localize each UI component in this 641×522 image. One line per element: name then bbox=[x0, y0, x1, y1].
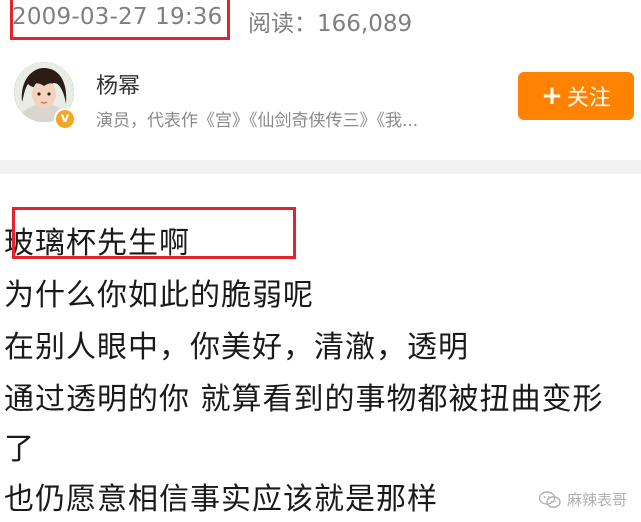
content-line: 通过透明的你 就算看到的事物都被扭曲变形 bbox=[4, 382, 604, 417]
author-row: v 杨幂 演员，代表作《宫》《仙剑奇侠传三》《我... + 关注 bbox=[0, 52, 641, 144]
plus-icon: + bbox=[541, 81, 563, 111]
follow-button[interactable]: + 关注 bbox=[518, 72, 634, 120]
watermark: 麻辣表哥 bbox=[538, 489, 627, 510]
section-divider bbox=[0, 160, 641, 174]
author-description: 演员，代表作《宫》《仙剑奇侠传三》《我... bbox=[96, 111, 419, 131]
verified-badge-icon: v bbox=[54, 108, 76, 130]
content-line: 了 bbox=[4, 432, 35, 467]
read-count-value: 166,089 bbox=[317, 11, 413, 37]
watermark-text: 麻辣表哥 bbox=[566, 491, 627, 509]
content-highlight-box bbox=[12, 207, 296, 259]
timestamp-highlight-box bbox=[10, 0, 230, 40]
content-line: 在别人眼中，你美好，清澈，透明 bbox=[4, 330, 469, 365]
read-count-label: 阅读： bbox=[248, 11, 317, 37]
read-count: 阅读：166,089 bbox=[248, 4, 412, 38]
weibo-post-screenshot: 2009-03-27 19:36 阅读：166,089 v 杨幂 演员，代表作《… bbox=[0, 0, 641, 522]
post-meta-row: 2009-03-27 19:36 阅读：166,089 bbox=[0, 0, 641, 40]
content-line: 也仍愿意相信事实应该就是那样 bbox=[4, 482, 438, 517]
wechat-icon bbox=[538, 490, 561, 508]
content-line: 为什么你如此的脆弱呢 bbox=[4, 278, 314, 313]
follow-button-label: 关注 bbox=[566, 86, 611, 111]
author-name[interactable]: 杨幂 bbox=[96, 68, 140, 100]
